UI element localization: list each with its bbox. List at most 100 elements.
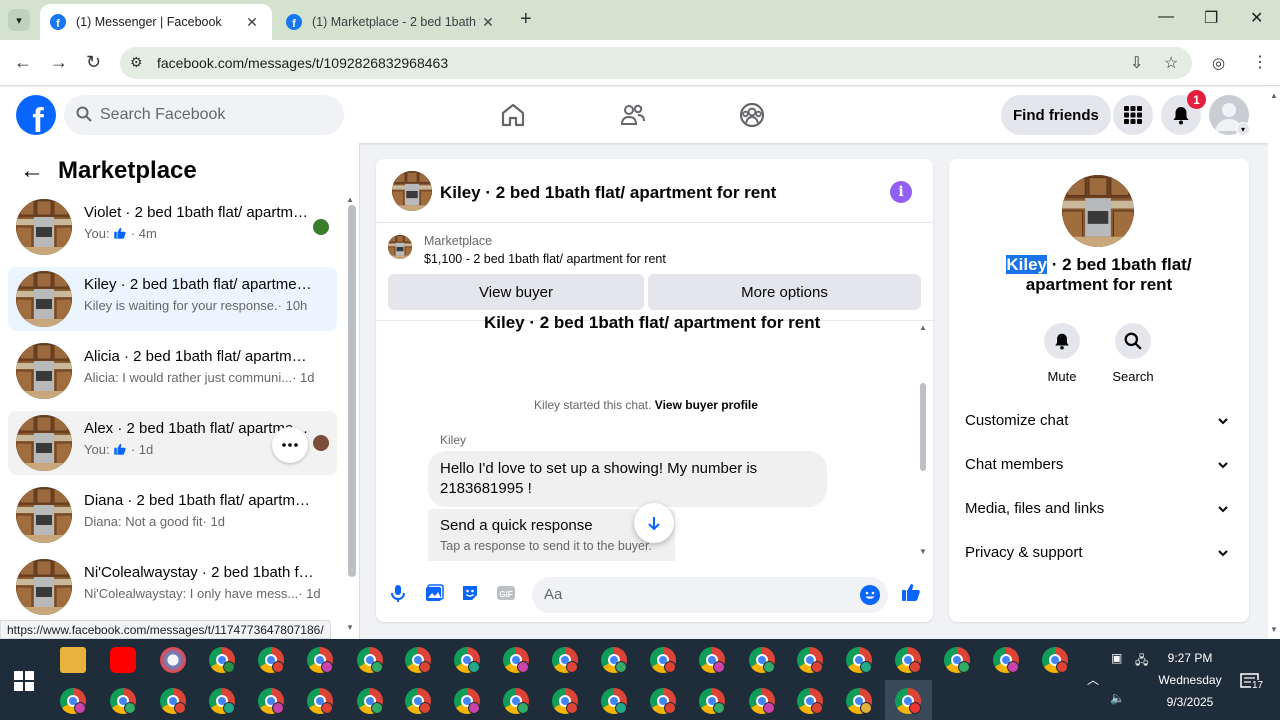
groups-icon[interactable]: [738, 101, 766, 129]
chrome-profile-icon[interactable]: [454, 647, 480, 673]
volume-icon[interactable]: 🔈: [1110, 691, 1125, 705]
scrollbar-thumb[interactable]: [920, 383, 926, 471]
find-friends-button[interactable]: Find friends: [1001, 95, 1111, 135]
listing-price[interactable]: $1,100 - 2 bed 1bath flat/ apartment for…: [424, 252, 666, 266]
search-conversation-button[interactable]: Search: [1103, 323, 1163, 384]
chrome-profile-icon[interactable]: [454, 688, 480, 714]
windows-start-icon[interactable]: [14, 671, 34, 691]
menu-grid-button[interactable]: [1113, 95, 1153, 135]
conversation-item[interactable]: Diana · 2 bed 1bath flat/ apartment for …: [8, 483, 337, 547]
chrome-profile-icon[interactable]: [503, 688, 529, 714]
reload-icon[interactable]: ↻: [86, 52, 101, 73]
omnibox[interactable]: ⚙ facebook.com/messages/t/10928268329684…: [120, 47, 1192, 79]
mute-button[interactable]: Mute: [1032, 323, 1092, 384]
chrome-profile-icon[interactable]: [405, 647, 431, 673]
chrome-profile-icon[interactable]: [749, 688, 775, 714]
chrome-profile-icon[interactable]: [601, 688, 627, 714]
listing-thumbnail[interactable]: [392, 171, 432, 211]
tab-messenger[interactable]: f (1) Messenger | Facebook ✕: [40, 4, 272, 40]
clock-date[interactable]: 9/3/2025: [1150, 695, 1230, 709]
install-app-icon[interactable]: ⇩: [1130, 53, 1143, 73]
site-settings-icon[interactable]: ⚙: [130, 54, 143, 71]
view-buyer-button[interactable]: View buyer: [388, 274, 644, 310]
chrome-profile-icon[interactable]: [650, 647, 676, 673]
back-arrow-icon[interactable]: ←: [20, 157, 44, 185]
chrome-profile-icon[interactable]: [552, 647, 578, 673]
chrome-profile-icon[interactable]: [749, 647, 775, 673]
chrome-profile-icon[interactable]: [1042, 647, 1068, 673]
clock-day[interactable]: Wednesday: [1150, 673, 1230, 687]
facebook-logo-icon[interactable]: f: [16, 95, 56, 135]
phone-link-icon[interactable]: ▣: [1111, 651, 1122, 665]
microphone-icon[interactable]: [388, 583, 408, 603]
chrome-profile-icon[interactable]: [699, 647, 725, 673]
conversation-item[interactable]: Alicia · 2 bed 1bath flat/ apartment for…: [8, 339, 337, 403]
sticker-icon[interactable]: [460, 583, 480, 603]
message-input[interactable]: Aa: [532, 577, 888, 613]
chat-info-title[interactable]: Kiley · 2 bed 1bath flat/ apartment for …: [989, 255, 1209, 295]
scroll-down-icon[interactable]: ▼: [1270, 625, 1278, 634]
chrome-profile-icon[interactable]: [846, 688, 872, 714]
chrome-profile-icon[interactable]: [258, 688, 284, 714]
conversation-item[interactable]: Kiley · 2 bed 1bath flat/ apartment for …: [8, 267, 337, 331]
chrome-profile-icon[interactable]: [601, 647, 627, 673]
home-icon[interactable]: [499, 101, 527, 129]
friends-icon[interactable]: [619, 101, 647, 129]
scrollbar-thumb[interactable]: [348, 205, 356, 577]
more-options-button[interactable]: More options: [648, 274, 921, 310]
tab-search-dropdown[interactable]: ▾: [8, 9, 30, 31]
tab-marketplace[interactable]: f (1) Marketplace - 2 bed 1bath f ✕: [276, 4, 508, 40]
scroll-to-bottom-button[interactable]: [634, 503, 674, 543]
view-buyer-profile-link[interactable]: View buyer profile: [655, 398, 758, 412]
conversation-item[interactable]: Ni'Colealwaystay · 2 bed 1bath flat/ apa…: [8, 555, 337, 619]
chat-members-section[interactable]: Chat members: [965, 456, 1233, 473]
show-hidden-icons-icon[interactable]: ︿: [1087, 671, 1099, 688]
photo-icon[interactable]: [424, 583, 444, 603]
chrome-profile-icon[interactable]: [209, 688, 235, 714]
conversation-scrollbar[interactable]: ▲ ▼: [346, 195, 356, 632]
info-icon[interactable]: i: [890, 181, 912, 203]
chrome-profile-icon[interactable]: [357, 647, 383, 673]
account-chevron-icon[interactable]: ▾: [1236, 122, 1250, 136]
close-tab-icon[interactable]: ✕: [244, 14, 260, 31]
chrome-profile-icon[interactable]: [405, 688, 431, 714]
scroll-down-icon[interactable]: ▼: [346, 623, 354, 632]
chrome-profile-icon[interactable]: [944, 647, 970, 673]
youtube-icon[interactable]: [110, 647, 136, 673]
chrome-profile-icon[interactable]: [699, 688, 725, 714]
scroll-up-icon[interactable]: ▲: [919, 323, 927, 332]
scroll-up-icon[interactable]: ▲: [346, 195, 354, 204]
file-explorer-icon[interactable]: [60, 647, 86, 673]
bookmark-star-icon[interactable]: ☆: [1164, 53, 1178, 73]
scroll-up-icon[interactable]: ▲: [1270, 91, 1278, 100]
gif-icon[interactable]: GIF: [496, 583, 516, 603]
url-text[interactable]: facebook.com/messages/t/1092826832968463: [157, 55, 448, 71]
restore-icon[interactable]: ❐: [1204, 8, 1218, 28]
chrome-profile-icon[interactable]: [307, 688, 333, 714]
chrome-profile-icon[interactable]: [650, 688, 676, 714]
close-window-icon[interactable]: ✕: [1250, 8, 1263, 28]
notification-center-button[interactable]: 17: [1240, 672, 1265, 697]
chrome-profile-icon[interactable]: [797, 647, 823, 673]
customize-chat-section[interactable]: Customize chat: [965, 412, 1233, 429]
forward-arrow-icon[interactable]: →: [50, 52, 68, 73]
scroll-down-icon[interactable]: ▼: [919, 547, 927, 556]
chrome-profile-icon[interactable]: [110, 688, 136, 714]
profile-icon[interactable]: ◎: [1212, 54, 1225, 72]
browser-menu-icon[interactable]: ⋮: [1252, 52, 1268, 72]
chrome-profile-icon[interactable]: [846, 647, 872, 673]
conversation-item[interactable]: Alex · 2 bed 1bath flat/ apartment for r…: [8, 411, 337, 475]
facebook-search[interactable]: Search Facebook: [64, 95, 344, 135]
chrome-profile-icon[interactable]: [552, 688, 578, 714]
clock-time[interactable]: 9:27 PM: [1150, 651, 1230, 665]
page-scrollbar[interactable]: ▲ ▼: [1268, 87, 1280, 639]
chat-title[interactable]: Kiley · 2 bed 1bath flat/ apartment for …: [440, 183, 776, 203]
chrome-profile-icon[interactable]: [503, 647, 529, 673]
like-thumb-icon[interactable]: [900, 581, 922, 603]
message-bubble[interactable]: Hello I'd love to set up a showing! My n…: [428, 451, 827, 507]
network-icon[interactable]: 🖧: [1135, 651, 1148, 672]
chrome-profile-icon[interactable]: [895, 688, 921, 714]
emoji-icon[interactable]: [860, 585, 880, 605]
app-icon[interactable]: [160, 647, 186, 673]
chrome-profile-icon[interactable]: [258, 647, 284, 673]
